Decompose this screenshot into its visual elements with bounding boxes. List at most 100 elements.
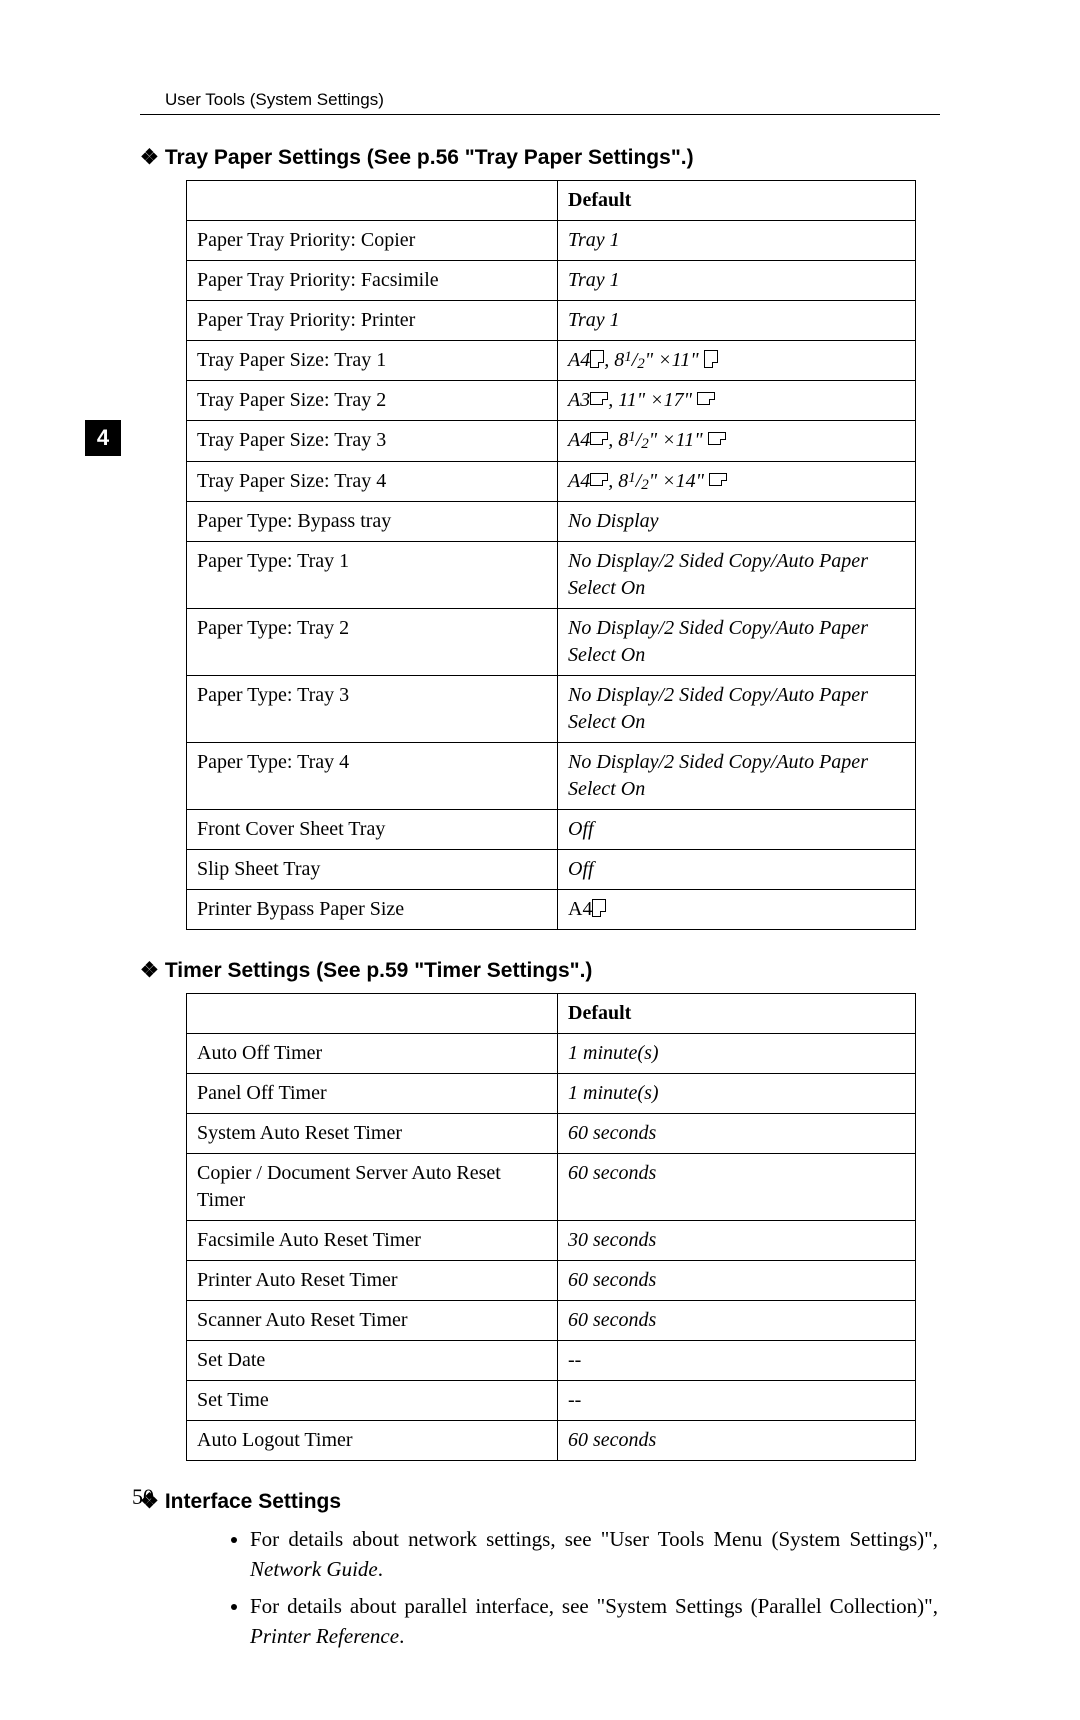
paper-orientation-icon bbox=[708, 432, 726, 445]
section: ❖ Tray Paper Settings (See p.56 "Tray Pap… bbox=[140, 145, 940, 930]
setting-default: No Display/2 Sided Copy/Auto Paper Selec… bbox=[558, 608, 916, 675]
table-row: Tray Paper Size: Tray 1A4, 81/2" ×11" bbox=[187, 341, 916, 381]
chapter-number: 4 bbox=[97, 425, 109, 451]
setting-default: Tray 1 bbox=[558, 261, 916, 301]
setting-name: Auto Off Timer bbox=[187, 1033, 558, 1073]
diamond-icon: ❖ bbox=[140, 958, 159, 983]
interface-title-text: Interface Settings bbox=[165, 1490, 341, 1513]
setting-default: No Display/2 Sided Copy/Auto Paper Selec… bbox=[558, 541, 916, 608]
paper-orientation-icon bbox=[590, 392, 608, 405]
setting-name: Paper Type: Bypass tray bbox=[187, 501, 558, 541]
setting-default: 60 seconds bbox=[558, 1113, 916, 1153]
setting-name: Printer Bypass Paper Size bbox=[187, 889, 558, 929]
setting-name: Tray Paper Size: Tray 3 bbox=[187, 421, 558, 461]
table-header-blank bbox=[187, 993, 558, 1033]
table-row: Copier / Document Server Auto Reset Time… bbox=[187, 1153, 916, 1220]
table-row: Printer Auto Reset Timer60 seconds bbox=[187, 1260, 916, 1300]
section-table-block: DefaultAuto Off Timer1 minute(s)Panel Of… bbox=[186, 993, 940, 1461]
paper-orientation-icon bbox=[590, 473, 608, 486]
section-title: ❖ Timer Settings (See p.59 "Timer Setting… bbox=[140, 958, 940, 983]
table-row: Panel Off Timer1 minute(s) bbox=[187, 1073, 916, 1113]
setting-default: 30 seconds bbox=[558, 1220, 916, 1260]
setting-default: A4, 81/2" ×11" bbox=[558, 341, 916, 381]
setting-default: Tray 1 bbox=[558, 221, 916, 261]
setting-name: Paper Tray Priority: Copier bbox=[187, 221, 558, 261]
setting-default: A4 bbox=[558, 889, 916, 929]
setting-default: 60 seconds bbox=[558, 1153, 916, 1220]
setting-default: 60 seconds bbox=[558, 1420, 916, 1460]
table-row: Printer Bypass Paper SizeA4 bbox=[187, 889, 916, 929]
setting-default: A4, 81/2" ×14" bbox=[558, 461, 916, 501]
setting-default: 60 seconds bbox=[558, 1300, 916, 1340]
table-header-row: Default bbox=[187, 181, 916, 221]
table-row: Tray Paper Size: Tray 3A4, 81/2" ×11" bbox=[187, 421, 916, 461]
interface-bullets: For details about network settings, see … bbox=[186, 1524, 940, 1652]
setting-name: Auto Logout Timer bbox=[187, 1420, 558, 1460]
chapter-tab: 4 bbox=[85, 420, 121, 456]
table-row: Set Time-- bbox=[187, 1380, 916, 1420]
setting-default: -- bbox=[558, 1340, 916, 1380]
setting-default: A4, 81/2" ×11" bbox=[558, 421, 916, 461]
setting-name: Scanner Auto Reset Timer bbox=[187, 1300, 558, 1340]
setting-default: 1 minute(s) bbox=[558, 1033, 916, 1073]
table-header-row: Default bbox=[187, 993, 916, 1033]
diamond-icon: ❖ bbox=[140, 145, 159, 170]
table-row: Paper Type: Tray 2No Display/2 Sided Cop… bbox=[187, 608, 916, 675]
setting-default: Off bbox=[558, 809, 916, 849]
table-row: Paper Type: Tray 4No Display/2 Sided Cop… bbox=[187, 742, 916, 809]
table-row: Front Cover Sheet TrayOff bbox=[187, 809, 916, 849]
section-table-block: DefaultPaper Tray Priority: CopierTray 1… bbox=[186, 180, 940, 930]
section-title-interface: ❖Interface Settings bbox=[140, 1489, 940, 1514]
setting-name: Slip Sheet Tray bbox=[187, 849, 558, 889]
setting-name: Tray Paper Size: Tray 2 bbox=[187, 381, 558, 421]
table-row: Tray Paper Size: Tray 2A3, 11" ×17" bbox=[187, 381, 916, 421]
setting-name: Paper Tray Priority: Facsimile bbox=[187, 261, 558, 301]
running-header: User Tools (System Settings) bbox=[165, 90, 940, 110]
setting-default: 60 seconds bbox=[558, 1260, 916, 1300]
document-page: 4 User Tools (System Settings) ❖ Tray Pap… bbox=[0, 0, 1080, 1720]
section-interface: ❖Interface Settings For details about ne… bbox=[140, 1489, 940, 1652]
table-row: Paper Tray Priority: FacsimileTray 1 bbox=[187, 261, 916, 301]
setting-default: No Display bbox=[558, 501, 916, 541]
paper-orientation-icon bbox=[592, 899, 606, 917]
table-row: Scanner Auto Reset Timer60 seconds bbox=[187, 1300, 916, 1340]
section-title-text: Timer Settings (See p.59 "Timer Settings… bbox=[165, 959, 593, 982]
setting-name: Front Cover Sheet Tray bbox=[187, 809, 558, 849]
setting-name: Printer Auto Reset Timer bbox=[187, 1260, 558, 1300]
setting-name: Paper Type: Tray 1 bbox=[187, 541, 558, 608]
table-header-blank bbox=[187, 181, 558, 221]
settings-table: DefaultAuto Off Timer1 minute(s)Panel Of… bbox=[186, 993, 916, 1461]
setting-name: Tray Paper Size: Tray 1 bbox=[187, 341, 558, 381]
setting-name: Set Time bbox=[187, 1380, 558, 1420]
section-title-text: Tray Paper Settings (See p.56 "Tray Pape… bbox=[165, 146, 694, 169]
setting-default: Off bbox=[558, 849, 916, 889]
page-number: 50 bbox=[132, 1484, 154, 1510]
setting-default: -- bbox=[558, 1380, 916, 1420]
table-row: Paper Type: Bypass trayNo Display bbox=[187, 501, 916, 541]
setting-default: No Display/2 Sided Copy/Auto Paper Selec… bbox=[558, 675, 916, 742]
settings-table: DefaultPaper Tray Priority: CopierTray 1… bbox=[186, 180, 916, 930]
table-row: Set Date-- bbox=[187, 1340, 916, 1380]
table-header-default: Default bbox=[558, 993, 916, 1033]
setting-name: Paper Tray Priority: Printer bbox=[187, 301, 558, 341]
setting-name: Tray Paper Size: Tray 4 bbox=[187, 461, 558, 501]
table-row: System Auto Reset Timer60 seconds bbox=[187, 1113, 916, 1153]
table-row: Facsimile Auto Reset Timer30 seconds bbox=[187, 1220, 916, 1260]
section-title: ❖ Tray Paper Settings (See p.56 "Tray Pap… bbox=[140, 145, 940, 170]
paper-orientation-icon bbox=[704, 350, 718, 368]
table-row: Slip Sheet TrayOff bbox=[187, 849, 916, 889]
paper-orientation-icon bbox=[697, 392, 715, 405]
table-row: Auto Off Timer1 minute(s) bbox=[187, 1033, 916, 1073]
table-row: Paper Tray Priority: CopierTray 1 bbox=[187, 221, 916, 261]
section: ❖ Timer Settings (See p.59 "Timer Setting… bbox=[140, 958, 940, 1461]
table-row: Paper Type: Tray 1No Display/2 Sided Cop… bbox=[187, 541, 916, 608]
sections-container: ❖ Tray Paper Settings (See p.56 "Tray Pap… bbox=[140, 145, 940, 1461]
setting-name: Paper Type: Tray 3 bbox=[187, 675, 558, 742]
setting-name: Panel Off Timer bbox=[187, 1073, 558, 1113]
table-row: Paper Tray Priority: PrinterTray 1 bbox=[187, 301, 916, 341]
setting-name: Paper Type: Tray 2 bbox=[187, 608, 558, 675]
table-header-default: Default bbox=[558, 181, 916, 221]
header-rule bbox=[140, 114, 940, 115]
table-row: Auto Logout Timer60 seconds bbox=[187, 1420, 916, 1460]
setting-default: Tray 1 bbox=[558, 301, 916, 341]
